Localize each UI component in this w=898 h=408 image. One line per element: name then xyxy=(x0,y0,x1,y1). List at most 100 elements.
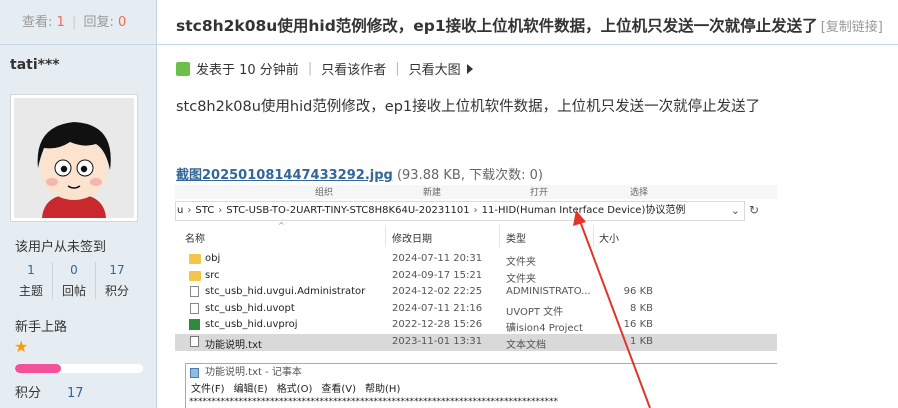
count-value[interactable]: 1 xyxy=(10,262,52,278)
only-author-link[interactable]: 只看该作者 xyxy=(321,59,386,78)
column-type[interactable]: 类型 xyxy=(506,230,526,245)
file-name: obj xyxy=(205,253,221,264)
file-row[interactable]: obj 2024-07-11 20:31 文件夹 xyxy=(175,251,777,268)
notepad-title-bar: 功能说明.txt - 记事本 xyxy=(186,364,777,382)
menu-edit[interactable]: 编辑(E) xyxy=(234,384,268,395)
author-name[interactable]: tati*** xyxy=(10,57,60,73)
count-replies[interactable]: 0 回帖 xyxy=(52,262,95,299)
meta-divider: | xyxy=(307,61,313,76)
path-segment[interactable]: STC xyxy=(195,205,214,216)
ribbon-label: 打开 xyxy=(530,188,549,198)
notepad-window[interactable]: 功能说明.txt - 记事本 文件(F) 编辑(E) 格式(O) 查看(V) 帮助(H)… xyxy=(185,363,777,408)
user-rank[interactable]: 新手上路 xyxy=(15,316,67,335)
file-row[interactable]: stc_usb_hid.uvgui.Administrator 2024-12-… xyxy=(175,284,777,301)
big-image-link[interactable]: 只看大图 xyxy=(409,59,461,78)
file-row[interactable]: src 2024-09-17 15:21 文件夹 xyxy=(175,268,777,285)
post-time: 发表于 10 分钟前 xyxy=(196,63,299,78)
file-date: 2024-12-02 22:25 xyxy=(392,286,483,298)
post-main: stc8h2k08u使用hid范例修改，ep1接收上位机软件数据，上位机只发送一… xyxy=(157,0,898,408)
attachment-filename-link[interactable]: 截图202501081447433292.jpg xyxy=(176,168,393,183)
file-list: obj 2024-07-11 20:31 文件夹 src 2024-09-17 … xyxy=(175,251,777,351)
attachment-info: (93.88 KB, 下载次数: 0) xyxy=(396,168,543,183)
reply-count: 0 xyxy=(118,15,127,30)
rank-progress-fill xyxy=(15,364,62,373)
copy-link-button[interactable]: [复制链接] xyxy=(821,20,883,35)
notepad-text[interactable]: ****************************************… xyxy=(186,397,777,407)
rank-progress-bar xyxy=(15,364,143,373)
file-icon xyxy=(190,286,199,298)
menu-help[interactable]: 帮助(H) xyxy=(365,384,400,395)
view-count: 1 xyxy=(56,15,65,30)
view-label: 查看: xyxy=(22,15,53,30)
meta-divider: | xyxy=(395,61,400,76)
file-date: 2024-09-17 15:21 xyxy=(392,269,483,281)
play-triangle-icon[interactable] xyxy=(466,63,473,74)
file-type: UVOPT 文件 xyxy=(506,306,564,318)
stats-divider: | xyxy=(71,15,77,30)
notepad-menu: 文件(F) 编辑(E) 格式(O) 查看(V) 帮助(H) xyxy=(186,382,777,397)
attachment-image[interactable]: 组织 新建 打开 选择 u › STC › STC-USB-TO-2UART-TINY-… xyxy=(175,185,777,408)
post-body: stc8h2k08u使用hid范例修改，ep1接收上位机软件数据，上位机只发送一… xyxy=(176,99,761,115)
post-title-bar: stc8h2k08u使用hid范例修改，ep1接收上位机软件数据，上位机只发送一… xyxy=(157,0,898,45)
points-value[interactable]: 17 xyxy=(67,386,84,401)
star-icon: ★ xyxy=(14,337,29,356)
count-points[interactable]: 17 积分 xyxy=(95,262,138,299)
count-value[interactable]: 17 xyxy=(96,262,138,278)
picture-icon xyxy=(176,61,190,76)
ribbon-label: 新建 xyxy=(423,188,442,198)
path-segment[interactable]: u xyxy=(177,205,183,216)
attachment-line: 截图202501081447433292.jpg (93.88 KB, 下载次数… xyxy=(176,164,543,183)
file-date: 2024-07-11 21:16 xyxy=(392,302,483,314)
file-date: 2022-12-28 15:26 xyxy=(392,319,483,331)
folder-icon xyxy=(189,270,201,281)
reply-label: 回复: xyxy=(83,15,114,30)
chevron-down-icon[interactable]: ⌄ xyxy=(731,202,740,220)
column-divider xyxy=(593,225,594,247)
file-type: 文件夹 xyxy=(506,257,536,268)
file-row[interactable]: stc_usb_hid.uvopt 2024-07-11 21:16 UVOPT… xyxy=(175,301,777,318)
notepad-icon xyxy=(190,368,199,378)
count-value[interactable]: 0 xyxy=(53,262,95,278)
menu-view[interactable]: 查看(V) xyxy=(321,384,356,395)
file-row[interactable]: stc_usb_hid.uvproj 2022-12-28 15:26 礦isi… xyxy=(175,317,777,334)
file-type: 文本文档 xyxy=(506,339,546,351)
count-threads[interactable]: 1 主题 xyxy=(10,262,52,299)
chevron-right-icon: › xyxy=(218,205,223,216)
chevron-right-icon: › xyxy=(473,205,478,216)
path-segment[interactable]: STC-USB-TO-2UART-TINY-STC8H8K64U-2023110… xyxy=(226,205,469,216)
column-name[interactable]: 名称 xyxy=(185,230,205,245)
points-label: 积分 xyxy=(15,386,42,401)
file-list-header: ^ 名称 修改日期 类型 大小 xyxy=(175,221,777,247)
file-icon xyxy=(190,302,199,314)
file-row-selected[interactable]: 功能说明.txt 2023-11-01 13:31 文本文档 1 KB xyxy=(175,333,777,351)
column-date[interactable]: 修改日期 xyxy=(392,230,432,245)
post-title-text: stc8h2k08u使用hid范例修改，ep1接收上位机软件数据，上位机只发送一… xyxy=(176,17,818,35)
points-row: 积分 17 xyxy=(15,382,84,401)
column-size[interactable]: 大小 xyxy=(599,230,619,245)
path-segment[interactable]: 11-HID(Human Interface Device)协议范例 xyxy=(482,205,686,216)
author-sidebar: 查看: 1 | 回复: 0 tati*** 该用户从未签到 1 主题 0 回帖 … xyxy=(0,0,157,408)
file-size: 96 KB xyxy=(623,286,653,298)
column-divider xyxy=(385,225,386,247)
avatar-image xyxy=(14,98,134,218)
address-bar[interactable]: u › STC › STC-USB-TO-2UART-TINY-STC8H8K64U-2… xyxy=(175,201,745,221)
avatar[interactable] xyxy=(10,94,138,222)
chevron-right-icon: › xyxy=(187,205,192,216)
count-label: 回帖 xyxy=(61,284,86,298)
file-name: src xyxy=(205,269,220,281)
file-name: stc_usb_hid.uvproj xyxy=(205,319,298,331)
folder-icon xyxy=(189,254,201,264)
file-name: stc_usb_hid.uvopt xyxy=(205,302,295,314)
thread-stats: 查看: 1 | 回复: 0 xyxy=(0,0,156,45)
file-date: 2024-07-11 20:31 xyxy=(392,253,483,264)
explorer-ribbon-labels: 组织 新建 打开 选择 xyxy=(175,185,777,199)
file-type: 礦ision4 Project xyxy=(506,323,583,335)
menu-format[interactable]: 格式(O) xyxy=(277,384,313,395)
notepad-title: 功能说明.txt - 记事本 xyxy=(205,367,302,378)
user-counts: 1 主题 0 回帖 17 积分 xyxy=(10,262,138,299)
menu-file[interactable]: 文件(F) xyxy=(191,384,225,395)
ribbon-label: 选择 xyxy=(630,188,649,198)
text-file-icon xyxy=(190,335,199,347)
post-meta: 发表于 10 分钟前 | 只看该作者 | 只看大图 xyxy=(176,59,473,78)
refresh-icon[interactable]: ↻ xyxy=(749,203,759,217)
